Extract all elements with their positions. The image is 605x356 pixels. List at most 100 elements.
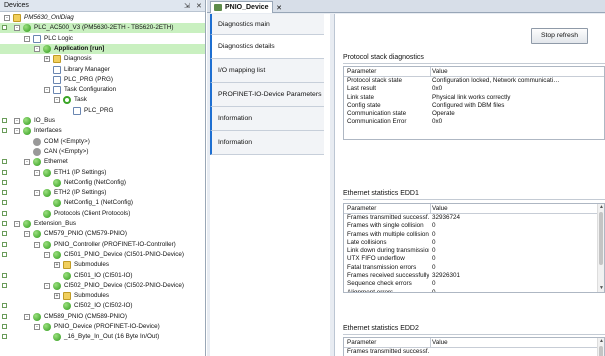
tree-item[interactable]: + Submodules [0,260,205,270]
table-row[interactable]: Frames transmitted successf... 32936724 [344,214,604,222]
table-row[interactable]: Fatal transmission errors 0 [344,264,604,272]
tree-item[interactable]: - PLC Logic [0,34,205,44]
scroll-down-icon[interactable]: ▼ [598,285,604,292]
table-row[interactable]: Sequence check errors 0 [344,280,604,288]
column-header-parameter[interactable]: Parameter [347,338,429,348]
tree-item[interactable]: NetConfig_1 (NetConfig) [0,198,205,208]
pin-icon[interactable]: ⇲ [184,2,190,10]
table-row[interactable]: Late collisions 0 [344,239,604,247]
tree-item[interactable]: - ETH2 (IP Settings) [0,188,205,198]
table-row[interactable]: Config state Configured with DBM files [344,102,604,110]
collapse-icon[interactable]: - [14,221,20,227]
tree-item[interactable]: - PNIO_Controller (PROFINET-IO-Controller… [0,240,205,250]
nav-item[interactable]: PROFINET-IO-Device Parameters [210,83,324,107]
tree-item[interactable]: - Application [run] [0,43,205,54]
table-row[interactable]: Protocol stack state Configuration locked… [344,77,604,85]
collapse-icon[interactable]: - [34,169,40,176]
collapse-icon[interactable]: - [14,118,20,124]
tree-item[interactable]: COM (<Empty>) [0,137,205,147]
scroll-up-icon[interactable]: ▲ [598,204,604,211]
nav-item[interactable]: Diagnostics details [210,35,324,59]
collapse-icon[interactable]: - [44,282,50,289]
tree-item[interactable]: Protocols (Client Protocols) [0,209,205,219]
nav-item[interactable]: Information [210,107,324,131]
collapse-icon[interactable]: - [14,25,20,32]
table-row[interactable]: Frames received successfully 32926301 [344,272,604,280]
nav-item[interactable]: Diagnostics main [210,14,324,35]
table-row[interactable]: Link state Physical link works correctly [344,94,604,102]
nav-item[interactable]: Information [210,131,324,155]
tab-pnio-device[interactable]: PNIO_Device ✕ [210,1,282,13]
tree-item[interactable]: - CI501_PNIO_Device (CI501-PNIO-Device) [0,250,205,260]
tree-item[interactable]: _16_Byte_In_Out (16 Byte In/Out) [0,332,205,342]
tree-item[interactable]: - PM5630_OnlDiag [0,13,205,23]
tree-item[interactable]: - Task Configuration [0,85,205,95]
collapse-icon[interactable]: - [54,97,60,104]
column-header-value[interactable]: Value [432,338,562,348]
tab-close-icon[interactable]: ✕ [276,4,282,12]
table-row[interactable]: Frames with single collision 0 [344,222,604,230]
collapse-icon[interactable]: - [24,313,30,320]
collapse-icon[interactable]: - [44,87,50,94]
table-row[interactable]: Link down during transmission 0 [344,247,604,255]
table-row[interactable]: Frames with multiple collisions 0 [344,231,604,239]
table-row[interactable]: Communication Error 0x0 [344,118,604,126]
expand-icon[interactable]: + [54,293,60,300]
tree-item[interactable]: - Task [0,95,205,105]
status-check-icon [2,241,7,247]
tree-item[interactable]: - Extension_Bus [0,219,205,229]
close-icon[interactable]: ✕ [196,2,202,10]
collapse-icon[interactable]: - [34,324,40,330]
stop-refresh-button[interactable]: Stop refresh [531,28,588,44]
tree-item[interactable]: - PLC_AC500_V3 (PM5630-2ETH - TB5620-2ETH… [0,23,205,34]
tree-item[interactable]: - IO_Bus [0,116,205,126]
collapse-icon[interactable]: - [34,45,40,52]
column-header-parameter[interactable]: Parameter [347,67,429,77]
collapse-icon[interactable]: - [34,190,40,197]
tree-item-label: Submodules [74,261,110,269]
tree-item[interactable]: NetConfig (NetConfig) [0,178,205,188]
expand-icon[interactable]: + [54,262,60,269]
table-row[interactable]: Frames transmitted successf... [344,348,604,356]
table-row[interactable]: Communication state Operate [344,110,604,118]
tree-item[interactable]: PLC_PRG [0,106,205,116]
vertical-scrollbar[interactable]: ▲▼ [597,338,604,356]
collapse-icon[interactable]: - [24,159,30,166]
tree-item[interactable]: Library Manager [0,65,205,75]
collapse-icon[interactable]: - [44,251,50,258]
table-row[interactable]: Last result 0x0 [344,85,604,93]
table-row[interactable]: Alignment errors 0 [344,289,604,292]
tree-item[interactable]: - Interfaces [0,126,205,136]
column-divider[interactable] [430,338,431,348]
tree-item[interactable]: CAN (<Empty>) [0,147,205,157]
tree-item[interactable]: + Submodules [0,291,205,301]
column-header-value[interactable]: Value [432,67,562,77]
tree-item[interactable]: - CI502_PNIO_Device (CI502-PNIO-Device) [0,281,205,291]
tree-item[interactable]: CI502_IO (CI502-IO) [0,301,205,311]
collapse-icon[interactable]: - [24,35,30,42]
collapse-icon[interactable]: - [24,231,30,238]
tree-item[interactable]: + Diagnosis [0,54,205,64]
collapse-icon[interactable]: - [14,128,20,135]
tree-item[interactable]: - CM579_PNIO (CM579-PNIO) [0,229,205,239]
tree-item[interactable]: - PNIO_Device (PROFINET-IO-Device) [0,322,205,332]
vertical-scrollbar[interactable]: ▲▼ [597,204,604,292]
column-divider[interactable] [430,204,431,214]
tree-item[interactable]: - CM589_PNIO (CM589-PNIO) [0,312,205,322]
status-check-icon [2,221,7,226]
scroll-up-icon[interactable]: ▲ [598,338,604,345]
expand-icon[interactable]: + [44,56,50,63]
table-row[interactable]: UTX FIFO underflow 0 [344,255,604,263]
collapse-icon[interactable]: - [4,15,10,21]
tree-item[interactable]: - ETH1 (IP Settings) [0,168,205,178]
column-header-value[interactable]: Value [432,204,562,214]
tree-item[interactable]: CI501_IO (CI501-IO) [0,271,205,281]
collapse-icon[interactable]: - [34,241,40,248]
scrollbar-thumb[interactable] [599,346,603,356]
scrollbar-thumb[interactable] [599,212,603,265]
column-header-parameter[interactable]: Parameter [347,204,429,214]
tree-item[interactable]: - Ethernet [0,157,205,167]
column-divider[interactable] [430,67,431,77]
nav-item[interactable]: I/O mapping list [210,59,324,83]
tree-item[interactable]: PLC_PRG (PRG) [0,75,205,85]
